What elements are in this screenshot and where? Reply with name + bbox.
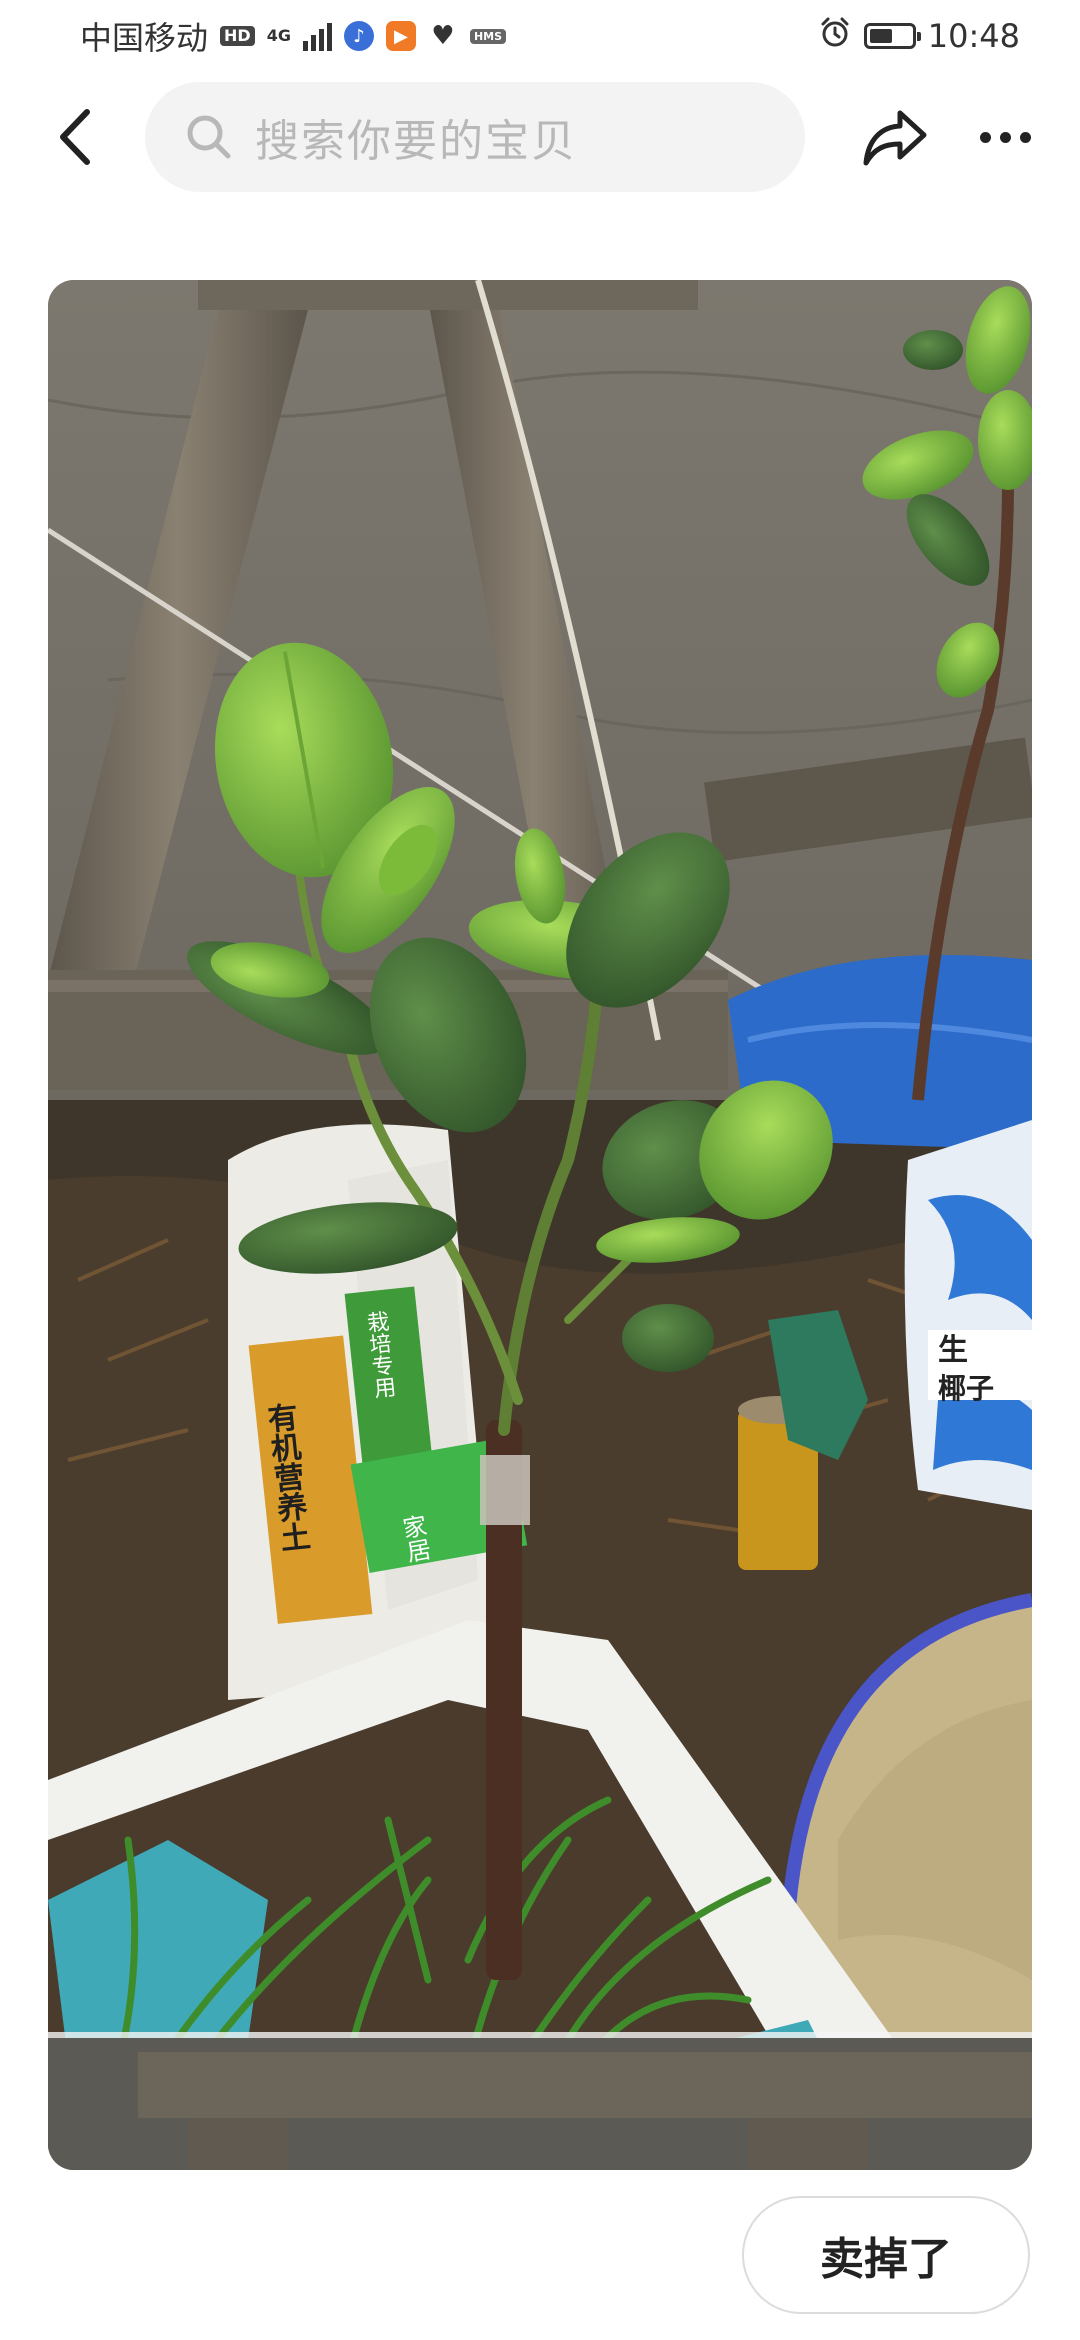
more-button[interactable]	[965, 104, 1045, 170]
music-app-icon: ♪	[343, 21, 374, 51]
hms-badge: HMS	[469, 28, 507, 44]
health-app-icon: ♥	[431, 21, 455, 51]
sold-button[interactable]: 卖掉了	[742, 2196, 1030, 2314]
clock: 10:48	[927, 17, 1020, 55]
back-button[interactable]	[40, 102, 110, 172]
product-photo[interactable]: 生 椰子 有机营养土 栽培专用 家居	[48, 280, 1032, 2170]
share-button[interactable]	[855, 100, 935, 174]
search-icon	[187, 115, 231, 159]
alarm-icon	[818, 15, 852, 57]
hd-badge: HD	[220, 26, 255, 46]
signal-icon	[302, 21, 332, 51]
share-icon	[863, 110, 927, 166]
more-dot	[999, 131, 1011, 143]
top-navigation-bar: 搜索你要的宝贝	[0, 82, 1080, 192]
soil-bag-label-2: 椰子	[938, 1372, 994, 1405]
chevron-left-icon	[60, 109, 90, 165]
carrier-label: 中国移动	[80, 19, 209, 57]
sapling-photo-illustration: 生 椰子 有机营养土 栽培专用 家居	[48, 280, 1032, 2170]
status-right: 10:48	[818, 15, 1020, 57]
search-placeholder: 搜索你要的宝贝	[255, 116, 577, 167]
video-app-icon: ▶	[385, 21, 416, 51]
battery-icon	[863, 23, 921, 49]
search-input[interactable]: 搜索你要的宝贝	[145, 82, 805, 192]
more-dot	[1019, 131, 1031, 143]
status-left: 中国移动 HD 4G ♪ ▶ ♥ HMS	[80, 13, 507, 59]
network-type: 4G	[266, 26, 291, 45]
status-bar: 中国移动 HD 4G ♪ ▶ ♥ HMS 10:48	[0, 0, 1080, 72]
more-dot	[979, 131, 991, 143]
soil-bag-label: 生	[938, 1333, 968, 1368]
